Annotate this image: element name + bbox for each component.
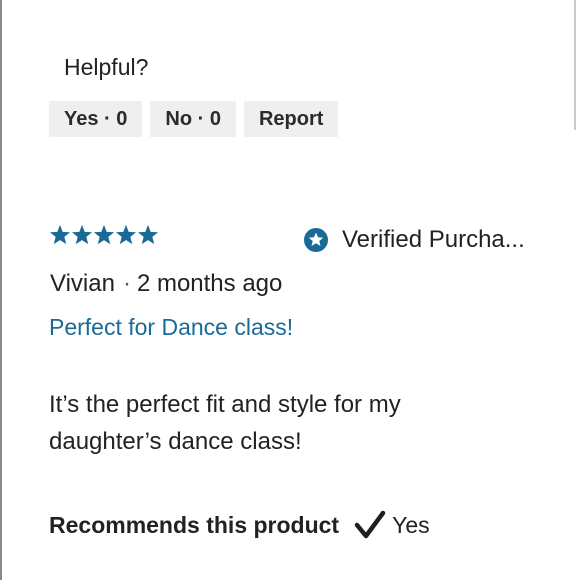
- review-body: It’s the perfect fit and style for my da…: [49, 391, 401, 455]
- helpful-yes-button[interactable]: Yes · 0: [49, 101, 143, 137]
- verified-purchase-badge: Verified Purcha...: [304, 226, 525, 254]
- star-icon: [115, 224, 137, 245]
- review-panel: Helpful? Yes · 0 No · 0 Report Verified …: [0, 0, 580, 580]
- review-meta: Vivian · 2 months ago: [50, 270, 282, 298]
- star-icon: [71, 224, 93, 245]
- reviewer-name: Vivian: [50, 270, 115, 297]
- review-title: Perfect for Dance class!: [49, 314, 294, 340]
- star-rating: [49, 224, 159, 246]
- star-icon: [93, 224, 115, 245]
- report-button[interactable]: Report: [243, 101, 339, 137]
- helpful-label: Helpful?: [64, 54, 149, 80]
- checkmark-icon: [354, 510, 386, 539]
- helpful-no-button[interactable]: No · 0: [150, 101, 236, 137]
- recommends-label: Recommends this product: [49, 511, 340, 538]
- recommends-row: Recommends this product Yes: [49, 510, 430, 540]
- review-date: 2 months ago: [136, 270, 283, 297]
- star-icon: [49, 224, 71, 245]
- recommends-value: Yes: [392, 511, 430, 538]
- helpful-vote-row: Yes · 0 No · 0 Report: [49, 101, 339, 137]
- star-icon: [137, 224, 159, 245]
- star-badge-icon: [304, 228, 328, 252]
- verified-purchase-text: Verified Purcha...: [342, 226, 525, 253]
- meta-separator: ·: [122, 270, 131, 297]
- scrollbar[interactable]: [574, 0, 576, 130]
